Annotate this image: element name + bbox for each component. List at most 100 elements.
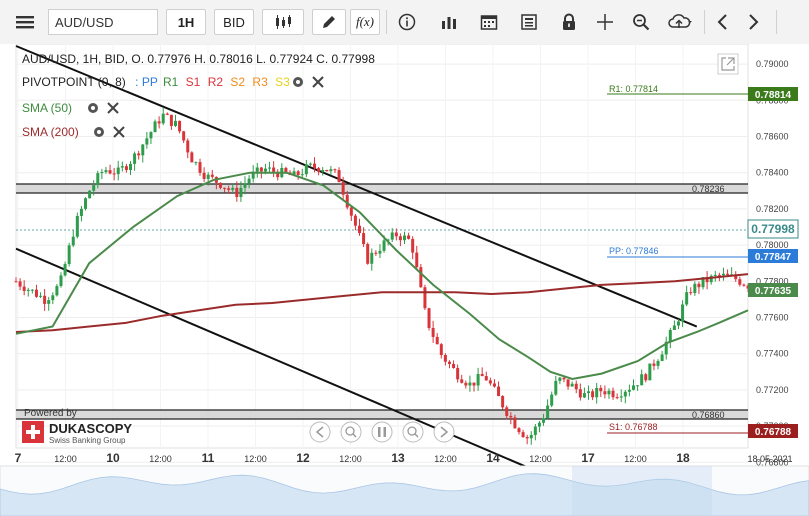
candle-body (529, 434, 533, 439)
indicators-button[interactable]: f(x) (350, 9, 380, 35)
candle-body (190, 152, 194, 163)
brand-subtitle: Swiss Banking Group (49, 436, 126, 445)
bars-button[interactable] (434, 9, 464, 35)
zoom-in-button[interactable] (402, 421, 424, 443)
chart-type-button[interactable] (262, 9, 304, 35)
candle-body (648, 363, 652, 381)
candle-body (415, 252, 419, 268)
lock-button[interactable] (554, 9, 584, 35)
candle-body (210, 174, 214, 177)
candle-body (218, 182, 222, 188)
menu-button[interactable] (10, 9, 40, 35)
crosshair-button[interactable] (590, 9, 620, 35)
expand-icon[interactable] (717, 53, 739, 75)
price-side-button[interactable]: BID (214, 9, 254, 35)
news-button[interactable] (514, 9, 544, 35)
candle-body (178, 120, 182, 132)
candle-body (22, 286, 26, 291)
candle-body (509, 415, 513, 418)
candle-body (59, 275, 63, 287)
scroll-left-button[interactable] (708, 9, 738, 35)
chevron-left-icon (717, 14, 727, 30)
info-button[interactable] (392, 9, 422, 35)
sma50-settings-icon[interactable] (88, 103, 98, 113)
x-tick-label: 12:00 (339, 454, 362, 464)
x-tick-label: 12:00 (434, 454, 457, 464)
candle-body (304, 164, 308, 175)
candle-body (562, 377, 566, 380)
y-tick-label: 0.77400 (756, 349, 789, 359)
candle-body (198, 162, 202, 173)
chevron-right-icon (749, 14, 759, 30)
candle-body (570, 383, 574, 387)
candle-body (223, 187, 227, 189)
support-band (16, 410, 748, 419)
candle-body (104, 170, 108, 173)
pivot-r2-label: R2 (208, 75, 224, 89)
candle-body (505, 407, 509, 416)
candle-body (43, 295, 47, 304)
pivot-settings-icon[interactable] (293, 77, 303, 87)
zoom-button[interactable] (626, 9, 656, 35)
candle-body (472, 382, 476, 386)
pause-button[interactable] (371, 421, 393, 443)
pp-level-label: PP: 0.77846 (609, 246, 659, 256)
candle-body (644, 374, 648, 381)
zoom-out-button[interactable] (340, 421, 362, 443)
candle-body (640, 374, 644, 386)
candle-body (300, 174, 304, 176)
support-level-label: 0.76860 (692, 410, 725, 420)
candle-body (615, 397, 619, 399)
candle-body (378, 250, 382, 254)
candle-body (67, 245, 71, 265)
cloud-upload-icon (668, 14, 692, 28)
scroll-right-button[interactable] (738, 9, 768, 35)
candle-body (263, 168, 267, 172)
candle-body (366, 244, 370, 264)
candle-body (394, 232, 398, 237)
calendar-button[interactable] (474, 9, 504, 35)
candle-body (100, 172, 104, 174)
candle-body (390, 232, 394, 240)
candle-body (587, 391, 591, 394)
candle-body (235, 187, 239, 198)
symbol-selector[interactable]: AUD/USD (48, 9, 158, 35)
y-tick-label: 0.78000 (756, 240, 789, 250)
candle-body (206, 174, 210, 179)
timeframe-button[interactable]: 1H (166, 9, 206, 35)
draw-tool-button[interactable] (312, 9, 346, 35)
forward-button[interactable] (433, 421, 455, 443)
candle-body (738, 279, 742, 285)
candle-body (623, 391, 627, 397)
candle-body (313, 163, 317, 169)
pivot-r1-label: R1 (163, 75, 179, 89)
candle-body (47, 300, 51, 304)
candle-body (660, 354, 664, 361)
sma200-settings-icon[interactable] (94, 127, 104, 137)
zoom-icon (633, 14, 650, 31)
candle-body (566, 379, 570, 387)
candle-body (88, 190, 92, 199)
candle-body (358, 225, 362, 234)
sma50-price-tag-text: 0.77635 (755, 286, 792, 297)
overview-window[interactable] (572, 466, 712, 516)
candle-body (656, 360, 660, 366)
candle-body (685, 292, 689, 305)
price-chart[interactable]: R1: 0.77814 0.78236 PP: 0.77846 0.76860 … (0, 44, 809, 516)
candle-body (713, 274, 717, 276)
upload-button[interactable] (662, 9, 698, 35)
candle-body (435, 336, 439, 345)
candle-body (591, 391, 595, 398)
candle-body (79, 208, 83, 216)
candle-body (18, 281, 22, 287)
candle-body (161, 113, 165, 124)
candle-body (497, 386, 501, 397)
candle-body (447, 361, 451, 364)
candle-body (231, 187, 235, 190)
lock-icon (563, 13, 575, 30)
rewind-button[interactable] (309, 421, 331, 443)
candle-body (676, 321, 680, 326)
s1-price-tag-text: 0.76788 (755, 427, 792, 438)
x-tick-label: 14 (486, 451, 500, 465)
candle-body (296, 171, 300, 176)
